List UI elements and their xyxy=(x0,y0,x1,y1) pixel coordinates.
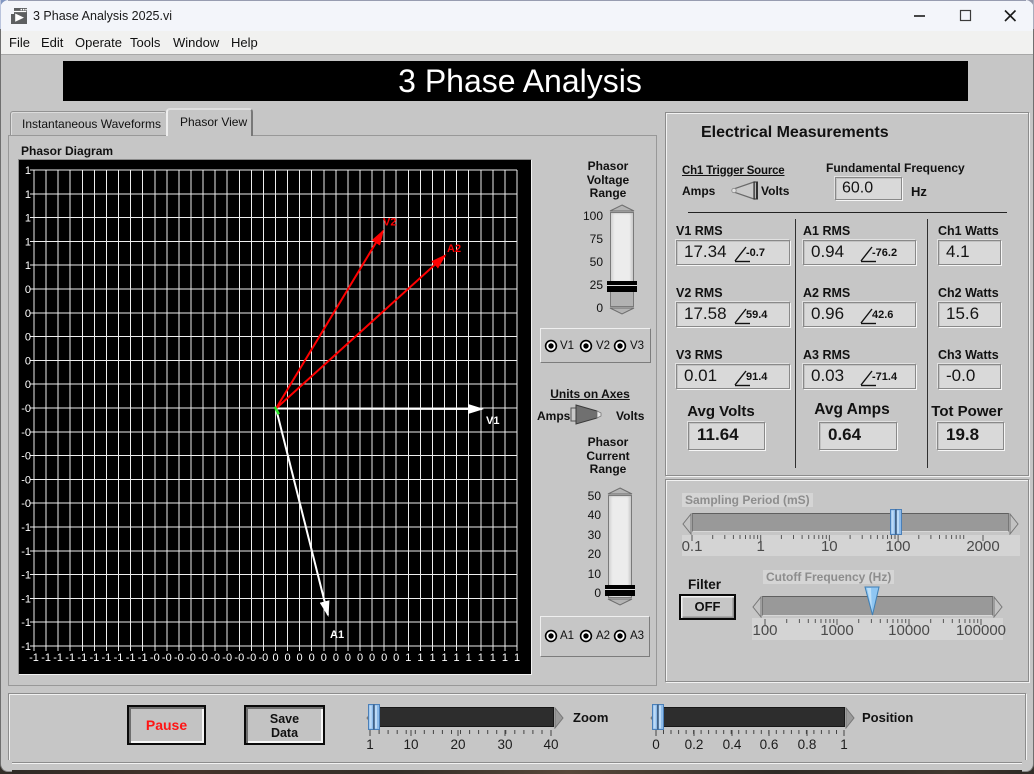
svg-text:-1: -1 xyxy=(102,652,112,664)
svg-text:1: 1 xyxy=(417,652,423,664)
svg-text:-0: -0 xyxy=(21,451,31,463)
svg-text:-1: -1 xyxy=(90,652,100,664)
svg-text:1: 1 xyxy=(441,652,447,664)
svg-text:-0.7: -0.7 xyxy=(746,247,765,259)
svg-text:91.4: 91.4 xyxy=(746,371,768,383)
svg-text:59.4: 59.4 xyxy=(746,309,768,321)
svg-text:-0: -0 xyxy=(21,403,31,415)
svg-text:-0: -0 xyxy=(210,652,220,664)
svg-text:42.6: 42.6 xyxy=(872,309,893,321)
svg-text:0: 0 xyxy=(272,652,278,664)
svg-text:-0: -0 xyxy=(21,498,31,510)
svg-text:0: 0 xyxy=(345,652,351,664)
svg-text:-0: -0 xyxy=(162,652,172,664)
svg-text:0: 0 xyxy=(321,652,327,664)
svg-text:1: 1 xyxy=(466,652,472,664)
svg-text:-1: -1 xyxy=(65,652,75,664)
svg-text:1: 1 xyxy=(502,652,508,664)
svg-text:-71.4: -71.4 xyxy=(872,371,898,383)
svg-text:-0: -0 xyxy=(21,427,31,439)
svg-text:0: 0 xyxy=(297,652,303,664)
svg-text:0: 0 xyxy=(381,652,387,664)
svg-text:-1: -1 xyxy=(138,652,148,664)
svg-text:-1: -1 xyxy=(53,652,63,664)
svg-text:0: 0 xyxy=(25,332,31,344)
svg-text:1: 1 xyxy=(514,652,520,664)
svg-text:-1: -1 xyxy=(21,546,31,558)
svg-text:0: 0 xyxy=(25,308,31,320)
svg-text:-1: -1 xyxy=(21,570,31,582)
svg-text:-0: -0 xyxy=(186,652,196,664)
svg-text:0: 0 xyxy=(357,652,363,664)
svg-text:-1: -1 xyxy=(29,652,39,664)
svg-text:-0: -0 xyxy=(174,652,184,664)
svg-text:-1: -1 xyxy=(41,652,51,664)
svg-text:-76.2: -76.2 xyxy=(872,247,897,259)
svg-text:-0: -0 xyxy=(150,652,160,664)
svg-text:1: 1 xyxy=(25,189,31,201)
svg-text:0: 0 xyxy=(25,284,31,296)
svg-text:-1: -1 xyxy=(126,652,136,664)
svg-text:-0: -0 xyxy=(21,474,31,486)
svg-text:1: 1 xyxy=(478,652,484,664)
svg-text:-1: -1 xyxy=(114,652,124,664)
svg-text:1: 1 xyxy=(405,652,411,664)
svg-text:V1: V1 xyxy=(486,415,499,427)
svg-text:1: 1 xyxy=(490,652,496,664)
svg-text:0: 0 xyxy=(25,355,31,367)
svg-text:A1: A1 xyxy=(330,629,344,641)
svg-text:1: 1 xyxy=(25,165,31,177)
svg-text:0: 0 xyxy=(309,652,315,664)
svg-text:0: 0 xyxy=(25,379,31,391)
svg-text:-0: -0 xyxy=(234,652,244,664)
svg-text:A2: A2 xyxy=(447,243,461,255)
svg-text:0: 0 xyxy=(333,652,339,664)
svg-text:-1: -1 xyxy=(21,522,31,534)
svg-text:1: 1 xyxy=(25,213,31,225)
svg-text:1: 1 xyxy=(25,236,31,248)
svg-text:-0: -0 xyxy=(259,652,269,664)
svg-text:-1: -1 xyxy=(77,652,87,664)
svg-text:1: 1 xyxy=(454,652,460,664)
svg-text:1: 1 xyxy=(429,652,435,664)
svg-text:0: 0 xyxy=(369,652,375,664)
svg-text:0: 0 xyxy=(393,652,399,664)
svg-text:1: 1 xyxy=(25,260,31,272)
svg-text:0: 0 xyxy=(285,652,291,664)
svg-text:V2: V2 xyxy=(383,217,396,229)
svg-text:-0: -0 xyxy=(222,652,232,664)
svg-text:-0: -0 xyxy=(198,652,208,664)
svg-text:-1: -1 xyxy=(21,593,31,605)
svg-text:-0: -0 xyxy=(246,652,256,664)
